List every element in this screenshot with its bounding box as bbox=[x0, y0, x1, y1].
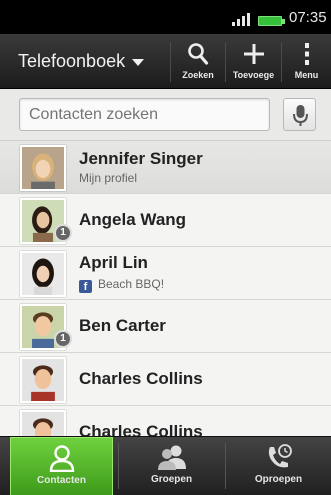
search-input[interactable] bbox=[19, 98, 270, 131]
contact-name: Ben Carter bbox=[79, 316, 166, 335]
contact-row[interactable]: 1 Angela Wang bbox=[0, 194, 331, 247]
contact-name: Charles Collins bbox=[79, 369, 203, 388]
signal-icon bbox=[232, 12, 254, 26]
contact-row[interactable]: Charles Collins bbox=[0, 353, 331, 406]
add-button-label: Toevoege bbox=[232, 70, 275, 80]
tab-groups[interactable]: Groepen bbox=[119, 437, 224, 495]
tab-label: Groepen bbox=[150, 474, 193, 485]
plus-icon bbox=[242, 38, 266, 70]
contact-name: Angela Wang bbox=[79, 210, 187, 229]
status-bar: 07:35 bbox=[0, 0, 331, 34]
bottom-nav: Contacten Groepen Oproepen bbox=[0, 436, 331, 495]
contact-row[interactable]: 1 Ben Carter bbox=[0, 300, 331, 353]
contact-count-badge: 1 bbox=[54, 330, 72, 348]
profile-label: Mijn profiel bbox=[79, 171, 138, 185]
page-title: Telefoonboek bbox=[18, 51, 126, 71]
person-icon bbox=[49, 443, 75, 473]
contacts-list-panel: Jennifer Singer Mijn profiel 1 Angela Wa… bbox=[0, 89, 331, 436]
search-button[interactable]: Zoeken bbox=[171, 34, 225, 89]
add-contact-button[interactable]: Toevoege bbox=[226, 34, 281, 89]
phonebook-dropdown[interactable]: Telefoonboek bbox=[0, 34, 168, 89]
action-bar: Telefoonboek Zoeken Toevoege Menu bbox=[0, 34, 331, 89]
avatar bbox=[20, 357, 66, 403]
tab-calls[interactable]: Oproepen bbox=[226, 437, 331, 495]
avatar bbox=[20, 251, 66, 297]
menu-button-label: Menu bbox=[294, 70, 319, 80]
caret-down-icon bbox=[132, 59, 145, 66]
battery-icon bbox=[258, 16, 285, 26]
contact-row[interactable]: April Lin f Beach BBQ! bbox=[0, 247, 331, 300]
avatar bbox=[20, 145, 66, 191]
contact-row[interactable]: Charles Collins bbox=[0, 406, 331, 436]
overflow-menu-icon bbox=[304, 38, 310, 70]
group-icon bbox=[155, 442, 189, 472]
contact-count-badge: 1 bbox=[54, 224, 72, 242]
status-clock: 07:35 bbox=[289, 9, 327, 26]
voice-search-button[interactable] bbox=[283, 98, 316, 131]
contact-name: Jennifer Singer bbox=[79, 149, 203, 168]
microphone-icon bbox=[293, 105, 308, 126]
search-button-label: Zoeken bbox=[182, 70, 214, 80]
my-profile-row[interactable]: Jennifer Singer Mijn profiel bbox=[0, 141, 331, 194]
social-status-text: Beach BBQ! bbox=[98, 277, 165, 291]
avatar bbox=[20, 410, 66, 436]
menu-button[interactable]: Menu bbox=[282, 34, 331, 89]
social-status: f Beach BBQ! bbox=[79, 277, 164, 293]
search-icon bbox=[187, 38, 209, 70]
tab-label: Contacten bbox=[37, 475, 86, 486]
facebook-icon: f bbox=[79, 280, 92, 293]
contact-name: Charles Collins bbox=[79, 422, 203, 436]
tab-label: Oproepen bbox=[254, 474, 303, 485]
search-row bbox=[0, 89, 331, 141]
tab-contacts[interactable]: Contacten bbox=[10, 437, 113, 495]
call-history-icon bbox=[264, 442, 294, 472]
contact-name: April Lin bbox=[79, 253, 148, 272]
